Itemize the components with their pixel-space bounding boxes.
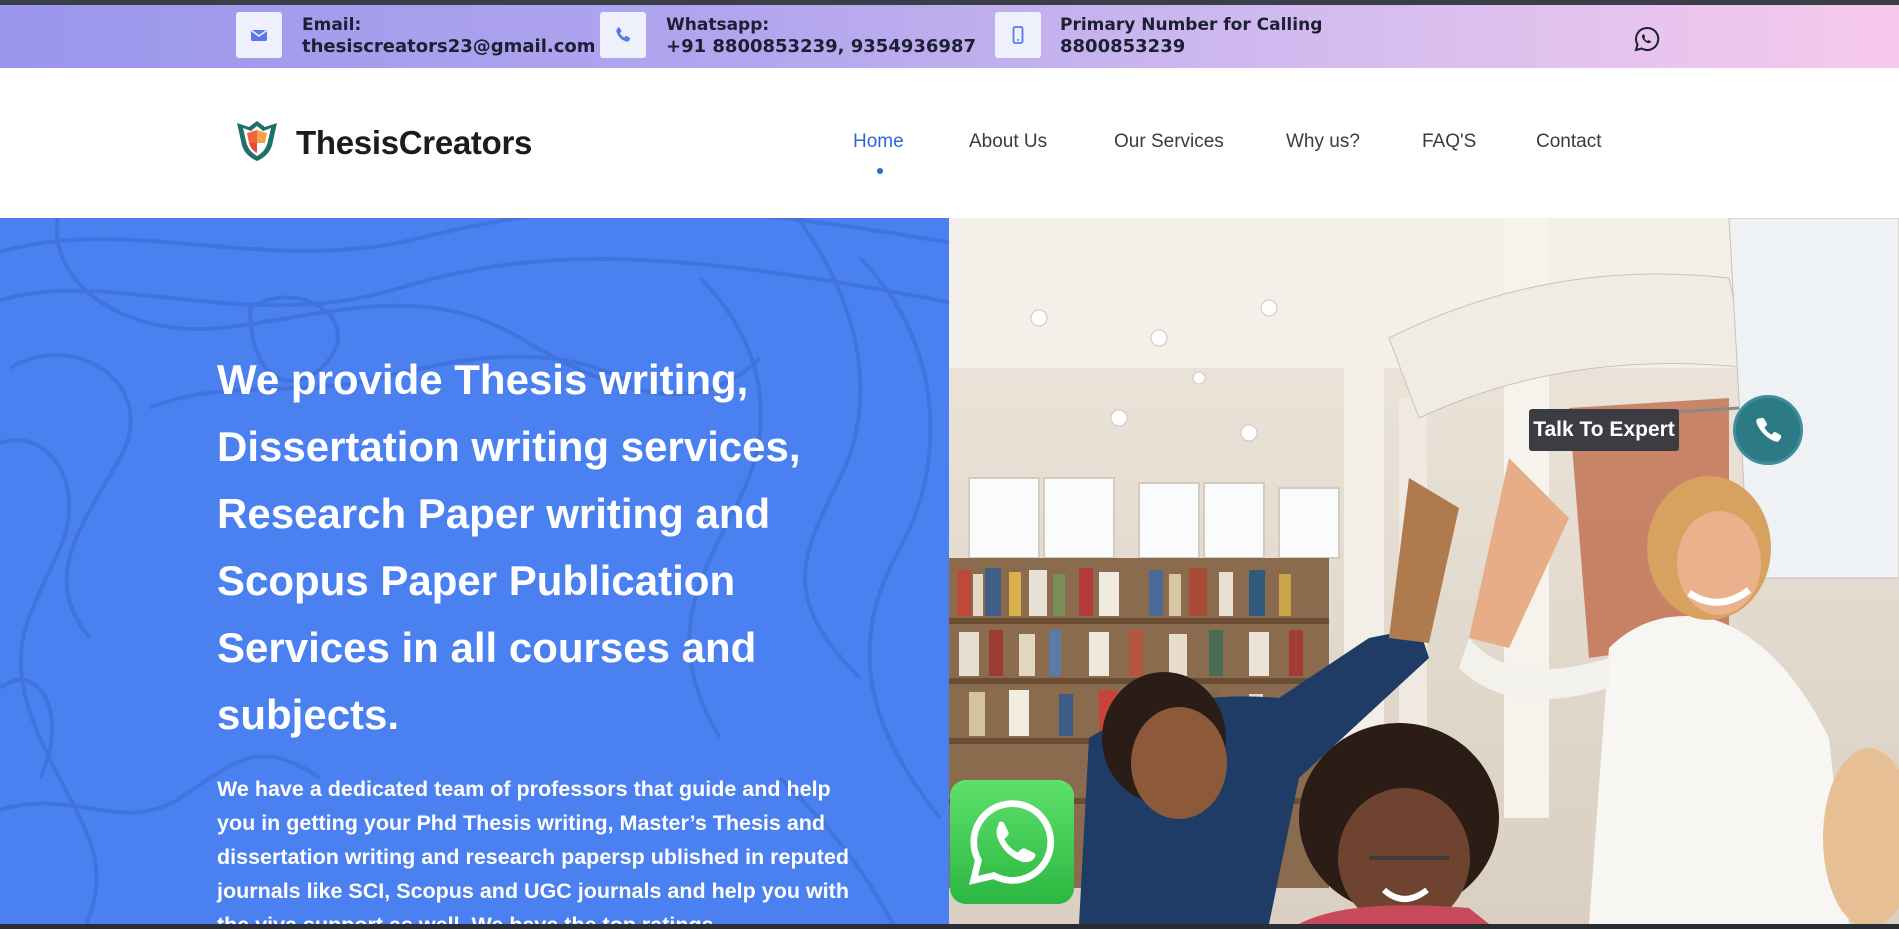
email-contact[interactable]: Email: thesiscreators23@gmail.com [302,14,596,58]
email-value[interactable]: thesiscreators23@gmail.com [302,36,596,58]
whatsapp-contact[interactable]: Whatsapp: +91 8800853239, 9354936987 [666,14,976,58]
logo-icon[interactable] [233,117,281,165]
hero-title: We provide Thesis writing, Dissertation … [217,356,801,738]
talk-to-expert-label[interactable]: Talk To Expert [1529,409,1679,451]
mobile-icon [995,12,1041,58]
hero-text-panel: We provide Thesis writing, Dissertation … [0,218,949,924]
hero-photo [949,218,1899,924]
nav-our-services[interactable]: Our Services [1114,131,1224,153]
calling-contact[interactable]: Primary Number for Calling 8800853239 [1060,14,1322,58]
envelope-icon [236,12,282,58]
nav-contact[interactable]: Contact [1536,131,1601,153]
whatsapp-value[interactable]: +91 8800853239, 9354936987 [666,36,976,58]
whatsapp-float-button[interactable] [950,780,1074,904]
calling-label: Primary Number for Calling [1060,15,1323,35]
whatsapp-logo-icon [969,800,1055,885]
calling-value[interactable]: 8800853239 [1060,36,1322,58]
hero-description: We have a dedicated team of professors t… [217,777,849,924]
nav-home[interactable]: Home [853,131,904,153]
phone-call-icon [1756,417,1782,442]
site-header: ThesisCreators Home About Us Our Service… [0,68,1899,218]
nav-about-us[interactable]: About Us [969,131,1047,153]
phone-icon [600,12,646,58]
call-button[interactable] [1733,395,1803,465]
nav-active-indicator [877,168,883,174]
logo-text[interactable]: ThesisCreators [296,124,532,162]
library-photo [949,218,1899,924]
whatsapp-label: Whatsapp: [666,15,770,35]
browser-bottom-strip [0,924,1899,929]
contact-bar: Email: thesiscreators23@gmail.com Whatsa… [0,5,1899,68]
email-label: Email: [302,15,362,35]
whatsapp-icon[interactable] [1633,25,1661,53]
nav-why-us[interactable]: Why us? [1286,131,1360,153]
nav-faqs[interactable]: FAQ'S [1422,131,1476,153]
